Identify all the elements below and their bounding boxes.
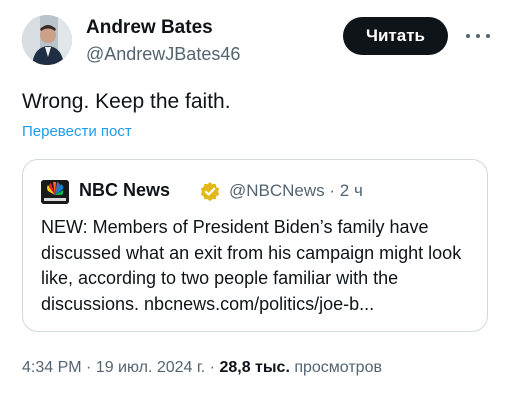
dot xyxy=(466,34,470,38)
dot xyxy=(486,34,490,38)
author-avatar[interactable] xyxy=(22,15,72,65)
author-name[interactable]: Andrew Bates xyxy=(86,17,213,39)
more-options-icon[interactable] xyxy=(466,26,490,46)
dot xyxy=(476,34,480,38)
nbc-logo-icon xyxy=(41,180,69,204)
translate-post-link[interactable]: Перевести пост xyxy=(22,123,132,140)
follow-button[interactable]: Читать xyxy=(343,17,448,55)
tweet-footer: 4:34 PM · 19 июл. 2024 г. · 28,8 тыс. пр… xyxy=(22,359,382,377)
quoted-handle-time: @NBCNews · 2 ч xyxy=(229,181,363,200)
quoted-tweet-text: NEW: Members of President Biden’s family… xyxy=(41,217,462,314)
verified-badge-icon xyxy=(199,181,221,203)
avatar-photo-icon xyxy=(22,15,72,65)
views-label: просмотров xyxy=(289,359,382,376)
quoted-tweet-card[interactable]: NBC News @NBCNews · 2 ч NEW: Members of … xyxy=(22,159,488,332)
tweet: Andrew Bates @AndrewJBates46 Читать Wron… xyxy=(0,0,510,400)
tweet-text: Wrong. Keep the faith. xyxy=(22,90,231,113)
quoted-author-name: NBC News xyxy=(79,180,171,200)
timestamp[interactable]: 4:34 PM · 19 июл. 2024 г. · xyxy=(22,359,219,376)
views-count: 28,8 тыс. xyxy=(219,359,290,376)
author-handle[interactable]: @AndrewJBates46 xyxy=(86,44,240,65)
